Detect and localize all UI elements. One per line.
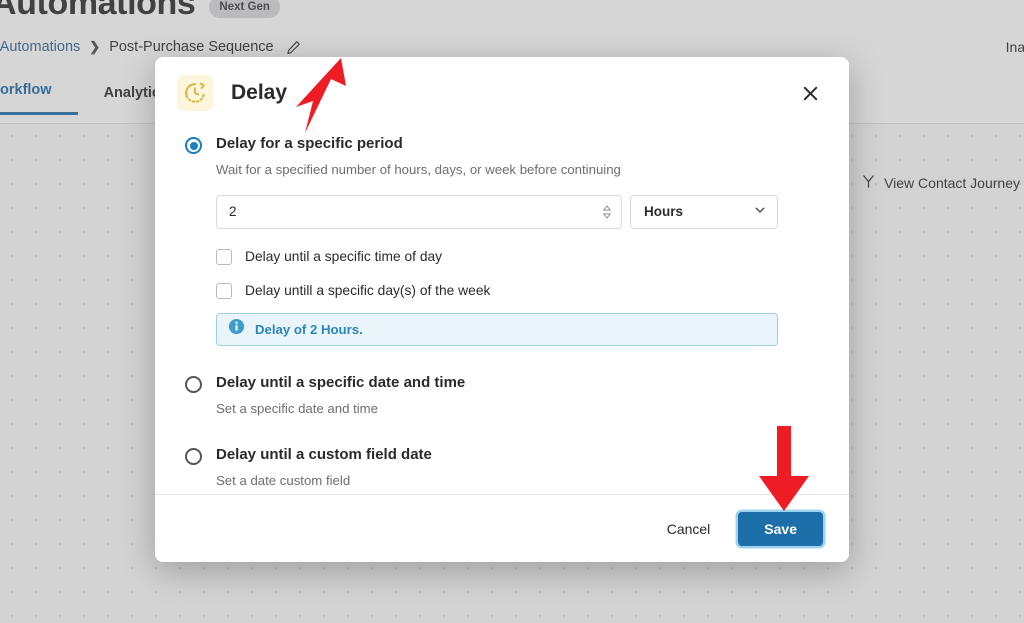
delay-summary-text: Delay of 2 Hours.	[255, 321, 363, 337]
option-delay-specific-date-time: Delay until a specific date and time Set…	[185, 374, 819, 418]
delay-unit-select[interactable]: Hours	[630, 194, 778, 229]
duration-row: 2 Hours	[216, 194, 778, 229]
option-header-custom-field-date[interactable]: Delay until a custom field date	[185, 446, 819, 465]
cancel-button[interactable]: Cancel	[657, 513, 721, 545]
delay-settings-modal: Delay Delay for a specific period Wait f…	[155, 57, 849, 562]
save-button[interactable]: Save	[738, 511, 823, 546]
option-description-specific-date-time: Set a specific date and time	[216, 400, 379, 416]
option-delay-specific-period: Delay for a specific period Wait for a s…	[185, 135, 819, 346]
checkbox-row-time-of-day[interactable]: Delay until a specific time of day	[216, 248, 819, 265]
chevron-down-icon	[754, 204, 766, 219]
modal-title: Delay	[231, 81, 288, 104]
radio-specific-date-time[interactable]	[185, 375, 202, 393]
radio-specific-period[interactable]	[185, 137, 202, 154]
checkbox-time-of-day[interactable]	[216, 248, 232, 265]
checkbox-label-time-of-day: Delay until a specific time of day	[245, 249, 443, 265]
checkbox-label-days-of-week: Delay untill a specific day(s) of the we…	[245, 283, 491, 299]
clock-delay-icon	[177, 75, 213, 111]
option-label-custom-field-date: Delay until a custom field date	[216, 445, 432, 463]
screenshot-root: Automations Next Gen ll Automations ❯ Po…	[0, 0, 1024, 623]
checkbox-row-days-of-week[interactable]: Delay untill a specific day(s) of the we…	[216, 282, 819, 299]
close-icon[interactable]	[795, 78, 825, 108]
delay-amount-input[interactable]: 2	[216, 194, 622, 229]
modal-footer: Cancel Save	[155, 494, 849, 562]
option-header-specific-date-time[interactable]: Delay until a specific date and time	[185, 374, 819, 393]
option-description-specific-period: Wait for a specified number of hours, da…	[216, 162, 621, 177]
delay-amount-value: 2	[229, 204, 237, 220]
modal-body: Delay for a specific period Wait for a s…	[155, 129, 849, 494]
checkbox-days-of-week[interactable]	[216, 282, 232, 299]
spinner-updown-icon[interactable]	[602, 204, 612, 219]
radio-custom-field-date[interactable]	[185, 447, 202, 465]
option-label-specific-date-time: Delay until a specific date and time	[216, 373, 466, 391]
option-header-specific-period[interactable]: Delay for a specific period	[185, 135, 819, 154]
info-circle-icon	[228, 318, 245, 340]
option-delay-custom-field-date: Delay until a custom field date Set a da…	[185, 446, 819, 490]
option-description-custom-field-date: Set a date custom field	[216, 472, 351, 488]
delay-unit-value: Hours	[644, 204, 684, 220]
option-label-specific-period: Delay for a specific period	[216, 135, 403, 152]
modal-header: Delay	[155, 57, 849, 129]
delay-summary-banner: Delay of 2 Hours.	[216, 312, 778, 346]
